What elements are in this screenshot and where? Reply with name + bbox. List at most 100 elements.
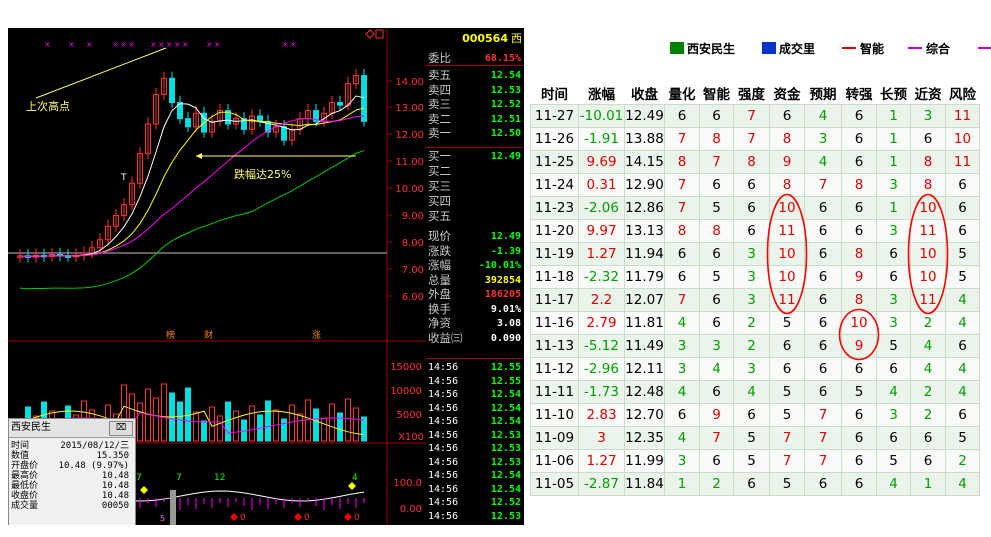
tick-time: 14:56 — [428, 497, 459, 508]
quote-stat-value: 0.090 — [490, 332, 521, 344]
tick-row: 14:56 12.53 — [426, 456, 524, 469]
quote-stat-label: 现价 — [428, 229, 451, 243]
price-tick-label: 9.00 — [402, 211, 424, 222]
close-icon[interactable]: ⌧ — [109, 421, 133, 436]
data-window-value: 10.48 — [101, 481, 129, 491]
diamond-marker-icon — [294, 513, 302, 521]
quote-stat-label: 涨幅 — [428, 258, 451, 272]
volume-bar — [345, 398, 351, 442]
quote-stat-value: 9.01% — [490, 303, 521, 315]
tick-time: 14:56 — [428, 416, 459, 427]
candle-body — [337, 102, 343, 106]
quote-stat-label: 外盘 — [428, 287, 451, 301]
tick-row: 14:56 12.54 — [426, 483, 524, 496]
tick-row: 14:56 12.52 — [426, 496, 524, 509]
signal-marker: × — [182, 40, 189, 49]
signal-marker: × — [68, 40, 75, 49]
indicator-highlight — [170, 490, 176, 525]
volume-bar — [201, 420, 207, 442]
volume-bar — [313, 408, 319, 442]
tick-price: 12.53 — [490, 443, 521, 454]
data-window[interactable]: 西安民生 ⌧ 时间 2015/08/12/三 数值 15.350 开盘价 10.48 (9… — [8, 418, 136, 525]
event-marker: 财 — [204, 329, 213, 341]
buy-level-label: 买三 — [428, 179, 451, 193]
indicator-label: 0 — [354, 513, 360, 523]
buy-level-label: 买二 — [428, 164, 451, 178]
signal-marker: × — [150, 40, 157, 49]
sell-level-value: 12.53 — [490, 84, 521, 96]
volume-bar — [353, 407, 359, 442]
tick-row: 14:56 12.53 — [426, 510, 524, 523]
quote-stat: 总量 392854 — [426, 273, 524, 287]
tick-row: 14:56 12.55 — [426, 361, 524, 374]
diamond-marker-icon — [140, 486, 148, 494]
quote-stat-value: 186205 — [484, 289, 521, 300]
data-window-row: 时间 2015/08/12/三 — [9, 441, 133, 451]
price-tick-label: 10.00 — [395, 184, 424, 195]
sell-level-label: 卖四 — [428, 82, 451, 97]
hand-drawn-circles — [766, 193, 949, 361]
volume-bar — [281, 418, 287, 442]
volume-tick-label: 5000 — [397, 410, 422, 421]
stock-chart-panel[interactable]: 14.00 13.00 12.00 11.00 10.00 9.00 8.00 7.00 6.0… — [8, 28, 524, 525]
price-tick-label: 14.00 — [395, 77, 424, 88]
tick-row: 14:56 12.54 — [426, 415, 524, 428]
indicator-tick-label: 0.00 — [400, 504, 422, 515]
ma20-line — [19, 115, 365, 258]
quote-stat: 净资 3.08 — [426, 317, 524, 330]
volume-bar — [153, 397, 159, 442]
quote-stat: 换手 9.01% — [426, 302, 524, 316]
signal-marker: × — [214, 40, 221, 49]
highlight-circle-recent-capital — [907, 193, 949, 315]
price-tick-label: 8.00 — [402, 238, 424, 249]
data-window-row: 成交量 00050 — [9, 501, 133, 511]
volume-bar — [249, 405, 255, 442]
indicator-label: 0 — [240, 513, 246, 523]
data-window-value: 00050 — [101, 501, 129, 511]
buy-level: 买一 12.49 — [426, 150, 524, 163]
data-window-row: 开盘价 10.48 (9.97%) — [9, 461, 133, 471]
tick-time: 14:56 — [428, 443, 459, 454]
signal-marker: × — [282, 40, 289, 49]
buy-level: 买三 — [426, 180, 524, 193]
quote-stat: 外盘 186205 — [426, 288, 524, 301]
weibi-row: 委比 68.15% — [426, 52, 524, 65]
indicator-label: 5 — [160, 514, 165, 523]
tick-price: 12.55 — [490, 362, 521, 373]
sell-level: 卖三 12.52 — [426, 98, 524, 111]
tick-time: 14:56 — [428, 389, 459, 400]
data-window-label: 时间 — [11, 441, 30, 451]
quote-divider — [426, 358, 524, 359]
quote-stat: 收益㈢ 0.090 — [426, 331, 524, 345]
tick-time: 14:56 — [428, 375, 459, 387]
signal-marker: × — [206, 40, 213, 49]
quote-panel: 000564 西 委比 68.15% 卖五 12.54 卖四 12.53 卖三 12.52… — [426, 28, 524, 525]
quote-divider — [426, 147, 524, 148]
weibi-label: 委比 — [428, 51, 451, 65]
tick-price: 12.53 — [490, 510, 521, 522]
highlight-circle-capital — [766, 193, 808, 315]
quote-stat-value: 3.08 — [496, 318, 521, 329]
stock-suffix: 西 — [511, 32, 522, 45]
window-icon[interactable] — [375, 29, 384, 39]
indicator-table-panel: 西安民生 成交里 智能 综合 时间 涨幅 收盘 量化 智能 强度 资金 预期 转强 长预 近资 风险 11-… — [530, 32, 991, 537]
buy-level: 买五 — [426, 210, 524, 223]
sell-level-label: 卖二 — [428, 111, 451, 126]
tick-time: 14:56 — [428, 456, 459, 468]
volume-bar — [137, 402, 143, 442]
sell-level-value: 12.54 — [490, 70, 521, 81]
quote-stat-value: 12.49 — [490, 231, 521, 242]
signal-marker: × — [44, 40, 51, 49]
highlight-circle-turn-strong — [838, 308, 880, 361]
tick-time: 14:56 — [428, 429, 459, 441]
signal-marker: × — [166, 40, 173, 49]
indicator-label: 12 — [214, 473, 225, 483]
volume-bar — [217, 415, 223, 442]
tick-price: 12.54 — [490, 416, 521, 427]
price-tick-label: 6.00 — [402, 292, 424, 303]
candle-marker: T — [120, 173, 127, 183]
event-marker: 涨 — [312, 330, 321, 341]
diamond-marker-icon — [348, 482, 356, 490]
annotation-drop: 跌幅达25% — [234, 167, 291, 181]
tick-row: 14:56 12.54 — [426, 388, 524, 401]
